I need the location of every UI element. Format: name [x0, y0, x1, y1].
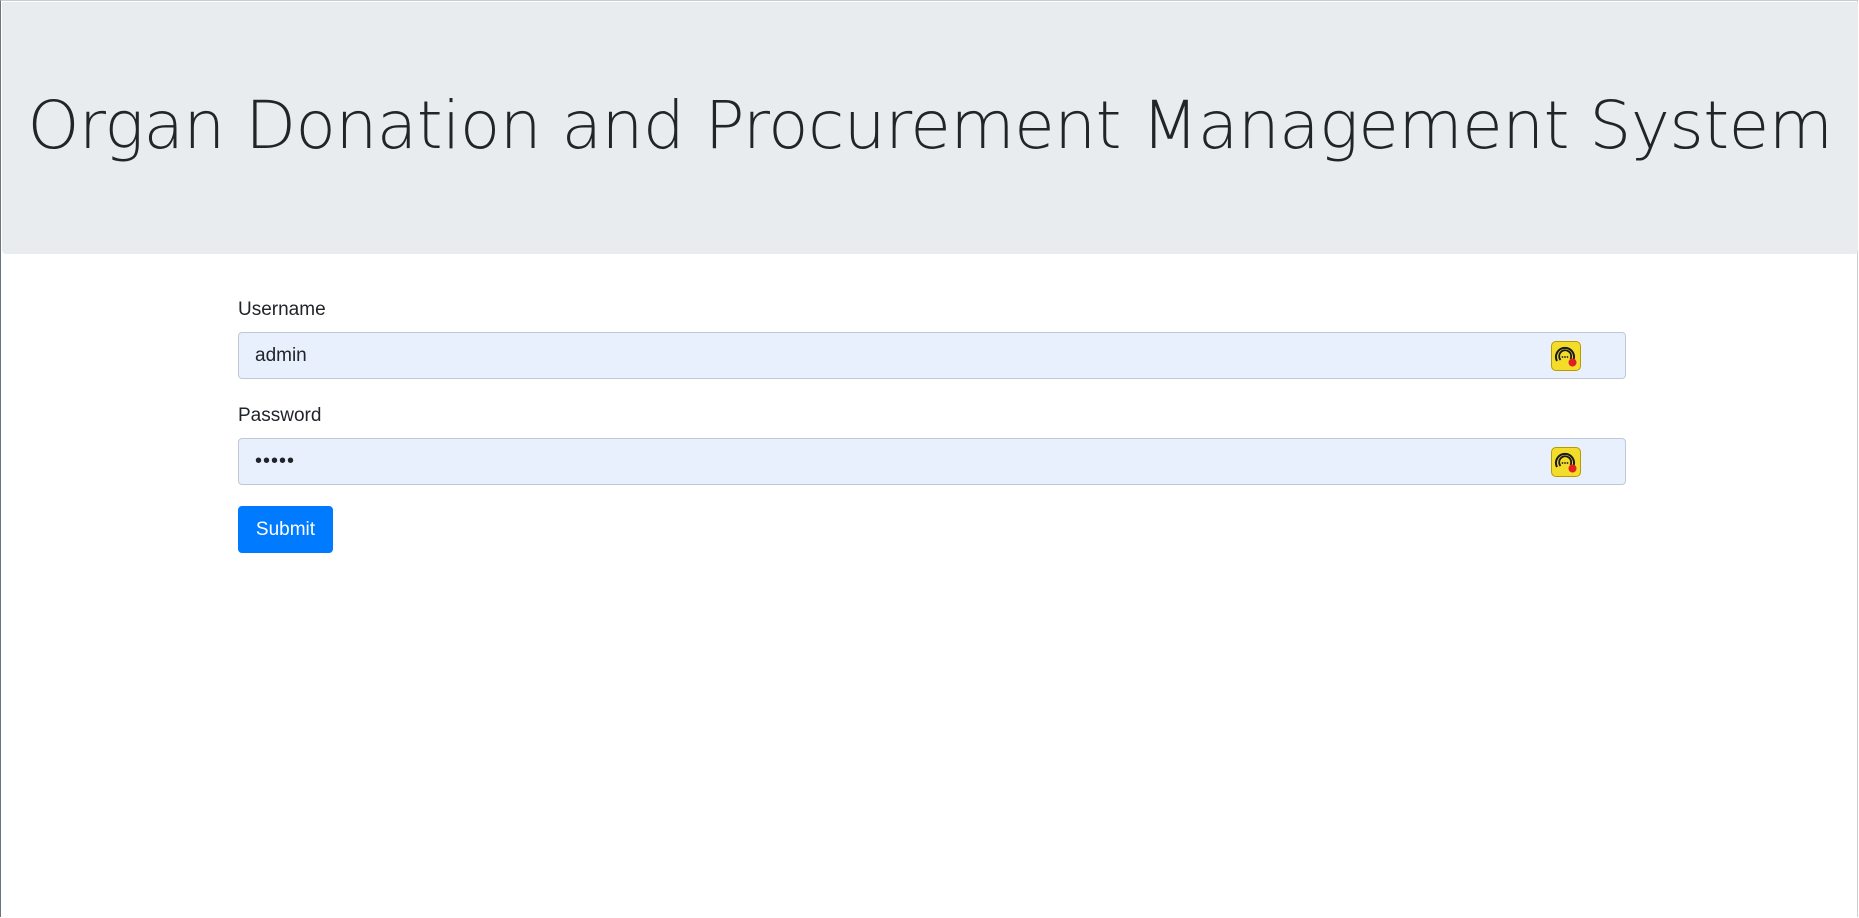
- username-group: Username admin: [238, 297, 1626, 379]
- submit-button[interactable]: Submit: [238, 506, 333, 553]
- username-field[interactable]: admin: [238, 332, 1626, 379]
- password-group: Password •••••: [238, 403, 1626, 485]
- password-manager-extension-icon[interactable]: [1551, 447, 1581, 477]
- password-field[interactable]: •••••: [238, 438, 1626, 485]
- username-value: admin: [255, 345, 307, 366]
- page-header: Organ Donation and Procurement Managemen…: [2, 2, 1858, 254]
- page-title: Organ Donation and Procurement Managemen…: [27, 86, 1833, 164]
- login-form: Username admin Password ••••• Submit: [238, 297, 1626, 553]
- password-value: •••••: [255, 450, 296, 472]
- password-label: Password: [238, 405, 322, 426]
- browser-viewport: Organ Donation and Procurement Managemen…: [0, 0, 1858, 917]
- username-label: Username: [238, 299, 326, 320]
- password-manager-extension-icon[interactable]: [1551, 341, 1581, 371]
